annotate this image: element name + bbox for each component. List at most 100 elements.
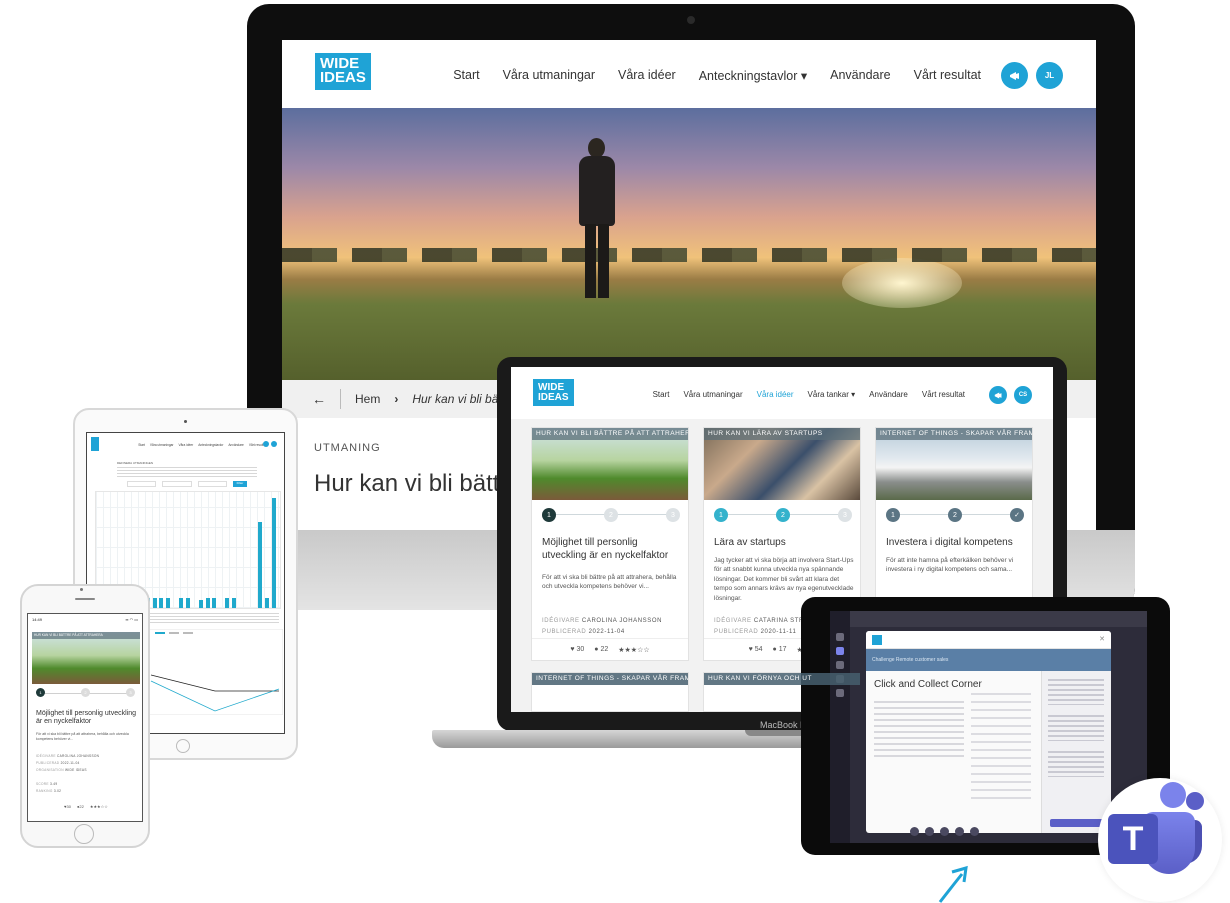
megaphone-icon[interactable] — [263, 441, 269, 447]
bar — [179, 598, 184, 608]
idea-owner: IDÉGIVARE CAROLINA JOHANSSON — [36, 754, 100, 758]
nav-start[interactable]: Start — [138, 443, 145, 447]
teams-topbar — [850, 611, 1147, 627]
ipad-description — [117, 467, 257, 477]
idea-score: SCORE 3.49 — [36, 782, 58, 786]
nav-ideas[interactable]: Våra idéer — [179, 443, 194, 447]
idea-card[interactable]: HUR KAN VI BLI BÄTTRE PÅ ATT ATTRAHERA 1… — [531, 427, 689, 661]
status-icons: ▪▪ ◠ ▭ — [125, 617, 138, 622]
activity-icon[interactable] — [836, 633, 844, 641]
nav-boards[interactable]: Anteckningstavlor — [198, 443, 223, 447]
nav-ideas[interactable]: Våra idéer — [618, 68, 676, 83]
heart-icon: ♥ — [570, 646, 575, 653]
bar — [232, 598, 236, 608]
megaphone-icon[interactable] — [989, 386, 1007, 404]
comment-count[interactable]: ● 22 — [594, 646, 608, 653]
nav-results[interactable]: Vårt resultat — [922, 390, 965, 399]
bar — [152, 598, 157, 608]
idea-card-tag: INTERNET OF THINGS - SKAPAR VÅR FRAMTID — [532, 673, 688, 685]
nav-challenges[interactable]: Våra utmaningar — [503, 68, 595, 83]
bar — [265, 598, 269, 608]
filter-select[interactable] — [162, 481, 192, 487]
hero-sun — [842, 258, 962, 308]
control-icon[interactable] — [940, 827, 949, 836]
dialog-header: ✕ — [866, 631, 1111, 649]
step-2: 2 — [776, 508, 790, 522]
logo-line-2: IDEAS — [320, 69, 366, 87]
control-icon[interactable] — [925, 827, 934, 836]
hero-treeline — [282, 248, 1096, 262]
wide-ideas-logo[interactable]: WIDE IDEAS — [315, 53, 371, 90]
idea-card-tag: HUR KAN VI BLI BÄTTRE PÅ ATT ATTRAHERA — [32, 632, 140, 639]
arrow-up-icon — [938, 865, 968, 903]
nav-ideas[interactable]: Våra idéer — [757, 390, 794, 399]
calls-icon[interactable] — [836, 689, 844, 697]
chat-icon[interactable] — [836, 647, 844, 655]
nav-start[interactable]: Start — [653, 390, 670, 399]
idea-card-tag: INTERNET OF THINGS - SKAPAR VÅR FRAMTID — [876, 428, 1032, 440]
idea-card-footer: ♥ 30 ● 22 ★★★☆☆ — [532, 638, 688, 660]
wide-ideas-logo[interactable] — [91, 437, 100, 451]
idea-card-title: Investera i digital kompetens — [886, 537, 1013, 548]
iphone-home-button[interactable] — [74, 824, 94, 844]
nav-thoughts[interactable]: Våra tankar ▾ — [808, 390, 856, 399]
idea-card-tag: HUR KAN VI FÖRNYA OCH UT — [704, 673, 860, 685]
bar — [258, 522, 263, 608]
challenge-eyebrow: UTMANING — [314, 442, 381, 454]
logo-line-2: IDEAS — [538, 391, 569, 403]
nav-thoughts-label: Våra tankar — [807, 390, 849, 399]
nav-start[interactable]: Start — [453, 68, 479, 83]
nav-users[interactable]: Användare — [228, 443, 243, 447]
send-button[interactable] — [1050, 819, 1104, 827]
teams-call-controls — [910, 827, 1050, 839]
step-2: 2 — [604, 508, 618, 522]
star-rating[interactable]: ★★★☆☆ — [90, 804, 108, 809]
user-avatar[interactable]: JL — [1036, 62, 1063, 89]
like-count[interactable]: ♥ 54 — [749, 646, 763, 653]
ipad-home-button[interactable] — [176, 739, 190, 753]
nav-boards[interactable]: Anteckningstavlor ▾ — [699, 68, 807, 83]
idea-card-title: Lära av startups — [714, 537, 786, 548]
user-avatar[interactable]: CS — [1014, 386, 1032, 404]
nav-users[interactable]: Användare — [869, 390, 908, 399]
star-rating[interactable]: ★★★☆☆ — [618, 646, 649, 654]
comment-item — [1048, 679, 1104, 705]
filter-select[interactable] — [127, 481, 157, 487]
step-1: 1 — [542, 508, 556, 522]
control-icon[interactable] — [955, 827, 964, 836]
idea-card[interactable]: INTERNET OF THINGS - SKAPAR VÅR FRAMTID — [531, 672, 689, 712]
idea-card-image — [32, 632, 140, 684]
comment-count[interactable]: ● 17 — [773, 646, 787, 653]
wide-ideas-logo[interactable]: WIDE IDEAS — [533, 379, 574, 406]
ipad-nav-links: Start Våra utmaningar Våra idéer Anteckn… — [138, 443, 266, 447]
idea-published: PUBLICERAD 2022-11-04 — [36, 761, 80, 765]
iphone-speaker — [75, 598, 95, 600]
step-3: 3 — [666, 508, 680, 522]
nav-challenges[interactable]: Våra utmaningar — [683, 390, 742, 399]
control-icon[interactable] — [910, 827, 919, 836]
comment-count[interactable]: ●22 — [77, 804, 84, 809]
megaphone-icon[interactable] — [1001, 62, 1028, 89]
comment-item — [1048, 751, 1104, 777]
idea-owner: IDÉGIVARE CATARINA STRÖM — [714, 618, 815, 624]
control-icon[interactable] — [970, 827, 979, 836]
step-1: 1 — [714, 508, 728, 522]
user-avatar[interactable] — [271, 441, 277, 447]
ipad-section-label: DEFINERA UTMANINGEN — [117, 461, 154, 465]
nav-users[interactable]: Användare — [830, 68, 890, 83]
desktop-navbar: WIDE IDEAS Start Våra utmaningar Våra id… — [282, 40, 1096, 108]
back-arrow-icon[interactable]: ← — [312, 391, 326, 407]
teams-icon[interactable] — [836, 661, 844, 669]
nav-results[interactable]: Vårt resultat — [914, 68, 981, 83]
nav-challenges[interactable]: Våra utmaningar — [150, 443, 174, 447]
idea-progress-stepper: 1 2 3 — [714, 508, 852, 522]
filter-button[interactable]: Filter — [232, 481, 247, 487]
close-icon[interactable]: ✕ — [1099, 635, 1105, 643]
bar — [199, 600, 203, 608]
like-count[interactable]: ♥ 30 — [570, 646, 584, 653]
like-count[interactable]: ♥30 — [64, 804, 71, 809]
breadcrumb-home[interactable]: Hem — [355, 392, 380, 406]
idea-progress-stepper: 1 2 3 — [542, 508, 680, 522]
bar — [166, 598, 170, 608]
filter-select[interactable] — [197, 481, 227, 487]
